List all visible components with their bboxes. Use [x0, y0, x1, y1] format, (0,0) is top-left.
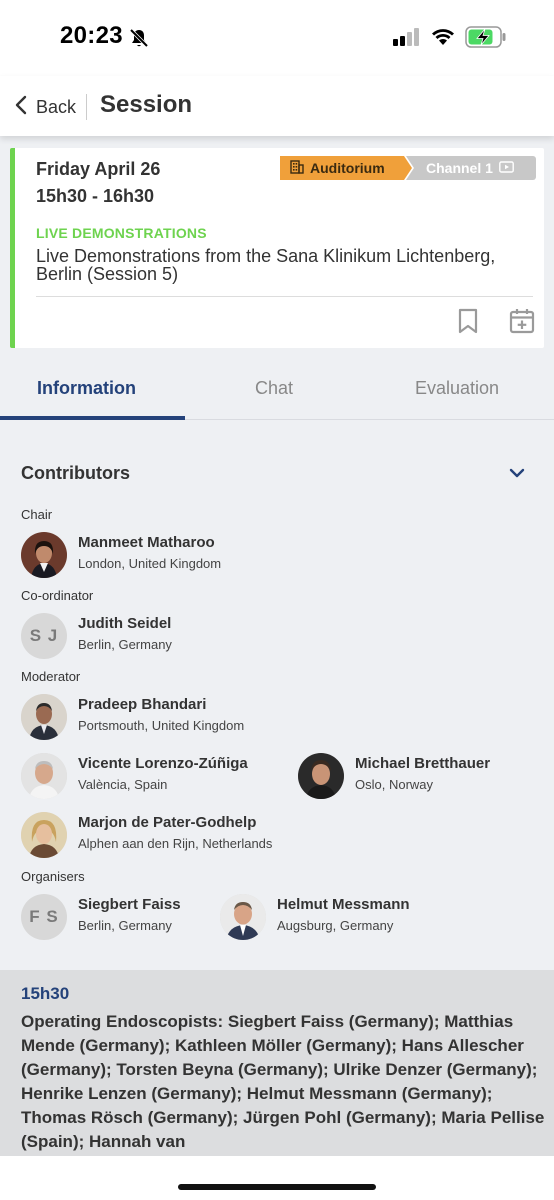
video-play-icon: [499, 160, 514, 176]
room-badge[interactable]: Auditorium: [280, 156, 412, 180]
contributor-item[interactable]: S J Judith Seidel Berlin, Germany: [21, 613, 172, 659]
contributor-location: Augsburg, Germany: [277, 918, 394, 933]
bookmark-icon: [458, 308, 478, 334]
contributor-item[interactable]: Manmeet Matharoo London, United Kingdom: [21, 532, 221, 578]
tab-information[interactable]: Information: [37, 378, 136, 399]
avatar: [298, 753, 344, 799]
avatar: [21, 812, 67, 858]
channel-label: Channel 1: [426, 160, 493, 176]
bell-slash-icon: [128, 27, 150, 54]
back-button[interactable]: Back: [14, 94, 76, 121]
status-time: 20:23: [60, 22, 123, 49]
avatar: [220, 894, 266, 940]
session-content[interactable]: Friday April 26 15h30 - 16h30 Auditorium…: [0, 136, 554, 1156]
home-indicator[interactable]: [178, 1184, 376, 1190]
contributor-location: Berlin, Germany: [78, 637, 172, 652]
contributor-item[interactable]: Pradeep Bhandari Portsmouth, United King…: [21, 694, 244, 740]
active-tab-indicator: [0, 416, 185, 420]
contributor-item[interactable]: F S Siegbert Faiss Berlin, Germany: [21, 894, 181, 940]
contributor-location: València, Spain: [78, 777, 168, 792]
chevron-down-icon: [509, 468, 525, 478]
page-title: Session: [100, 91, 193, 118]
bookmark-button[interactable]: [457, 308, 479, 339]
contributor-location: Alphen aan den Rijn, Netherlands: [78, 836, 273, 851]
contributor-item[interactable]: Michael Bretthauer Oslo, Norway: [298, 753, 490, 799]
contributor-item[interactable]: Marjon de Pater-Godhelp Alphen aan den R…: [21, 812, 272, 858]
role-label-organisers: Organisers: [21, 869, 85, 884]
home-indicator-area: [0, 1156, 554, 1200]
room-badges: Auditorium Channel 1: [280, 156, 536, 180]
tab-evaluation[interactable]: Evaluation: [415, 378, 499, 399]
contributor-name: Manmeet Matharoo: [78, 534, 215, 551]
contributors-header: Contributors: [21, 463, 130, 483]
tab-bar: Information Chat Evaluation: [0, 360, 554, 420]
contributor-name: Pradeep Bhandari: [78, 696, 207, 713]
avatar: [21, 694, 67, 740]
contributor-name: Judith Seidel: [78, 615, 172, 632]
add-to-calendar-button[interactable]: [509, 308, 535, 339]
program-section: 15h30 Operating Endoscopists: Siegbert F…: [0, 970, 554, 1156]
session-title: Live Demonstrations from the Sana Klinik…: [36, 246, 496, 284]
contributor-item[interactable]: Vicente Lorenzo-Zúñiga València, Spain: [21, 753, 248, 799]
battery-charging-icon: [465, 26, 507, 53]
avatar: [21, 753, 67, 799]
contributor-location: Berlin, Germany: [78, 918, 172, 933]
contributor-name: Michael Bretthauer: [355, 755, 491, 772]
channel-badge[interactable]: Channel 1: [406, 156, 536, 180]
avatar-initials: S J: [21, 613, 67, 659]
card-divider: [36, 296, 533, 297]
program-description: Operating Endoscopists: Siegbert Faiss (…: [21, 1012, 545, 1151]
role-label-moderator: Moderator: [21, 669, 81, 684]
collapse-contributors-button[interactable]: [508, 466, 526, 484]
session-time: 15h30 - 16h30: [36, 186, 155, 206]
avatar-initials: F S: [21, 894, 67, 940]
building-icon: [290, 159, 304, 177]
program-time: 15h30: [21, 984, 70, 1003]
session-type: LIVE DEMONSTRATIONS: [36, 225, 207, 241]
contributor-name: Helmut Messmann: [277, 896, 410, 913]
session-date: Friday April 26: [36, 159, 161, 179]
wifi-icon: [430, 26, 456, 51]
avatar: [21, 532, 67, 578]
contributor-location: Portsmouth, United Kingdom: [78, 718, 245, 733]
contributor-name: Siegbert Faiss: [78, 896, 181, 913]
contributor-name: Marjon de Pater-Godhelp: [78, 814, 257, 831]
navigation-bar: Back Session: [0, 76, 554, 136]
cellular-signal-icon: [393, 28, 421, 51]
contributor-name: Vicente Lorenzo-Zúñiga: [78, 755, 248, 772]
role-label-chair: Chair: [21, 507, 53, 522]
session-card: Friday April 26 15h30 - 16h30 Auditorium…: [10, 148, 544, 348]
room-label: Auditorium: [310, 160, 385, 176]
nav-divider: [86, 94, 87, 120]
role-label-coordinator: Co-ordinator: [21, 588, 94, 603]
contributor-item[interactable]: Helmut Messmann Augsburg, Germany: [220, 894, 410, 940]
chevron-left-icon: [14, 94, 28, 121]
tab-chat[interactable]: Chat: [255, 378, 293, 399]
status-bar: 20:23: [0, 0, 554, 76]
contributor-location: Oslo, Norway: [355, 777, 434, 792]
calendar-plus-icon: [509, 309, 535, 334]
back-label: Back: [36, 97, 77, 117]
contributor-location: London, United Kingdom: [78, 556, 222, 571]
